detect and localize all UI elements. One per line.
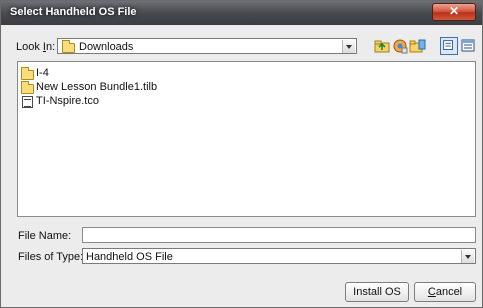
files-of-type-label: Files of Type: — [18, 251, 84, 263]
file-name-field[interactable] — [82, 227, 476, 243]
folder-icon — [21, 67, 34, 80]
list-view-icon[interactable] — [440, 37, 458, 55]
chevron-down-icon[interactable] — [461, 250, 474, 263]
files-of-type-dropdown[interactable]: Handheld OS File — [82, 248, 476, 264]
create-new-folder-icon[interactable] — [409, 37, 427, 55]
folder-icon — [62, 40, 75, 53]
cancel-button[interactable]: Cancel — [414, 282, 476, 302]
look-in-label: Look In: — [16, 41, 56, 53]
details-view-icon[interactable] — [459, 37, 477, 55]
folder-icon — [21, 81, 34, 94]
desktop-icon[interactable] — [391, 37, 409, 55]
install-os-button[interactable]: Install OS — [345, 282, 409, 302]
file-name-label: File Name: — [18, 230, 72, 242]
file-icon — [22, 96, 33, 108]
up-one-level-icon[interactable] — [373, 37, 391, 55]
close-icon: ✕ — [448, 4, 460, 18]
window-title: Select Handheld OS File — [10, 6, 137, 18]
file-list[interactable]: I-4 New Lesson Bundle1.tilb TI-Nspire.tc… — [17, 61, 476, 217]
chevron-down-icon[interactable] — [342, 40, 355, 53]
files-of-type-value: Handheld OS File — [86, 251, 173, 263]
close-button[interactable]: ✕ — [432, 3, 476, 21]
look-in-value: Downloads — [79, 41, 134, 53]
title-bar[interactable]: Select Handheld OS File ✕ — [1, 1, 482, 25]
select-os-file-dialog: Select Handheld OS File ✕ Look In: Downl… — [0, 0, 483, 308]
look-in-dropdown[interactable]: Downloads — [57, 38, 357, 54]
